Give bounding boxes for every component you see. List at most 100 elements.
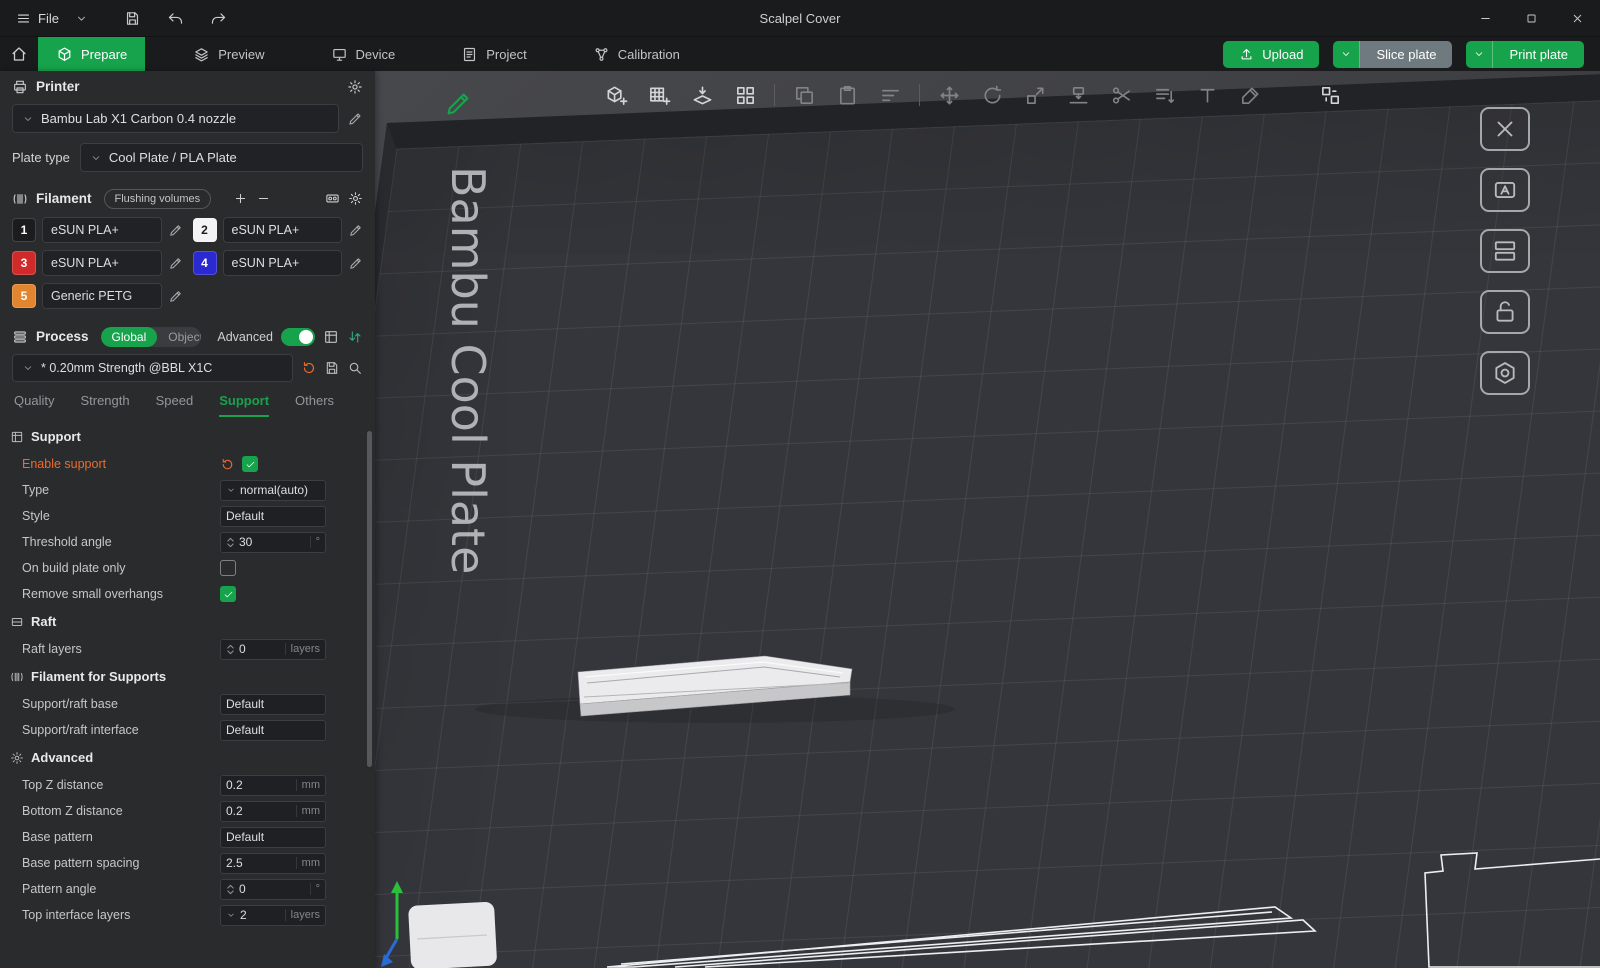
process-tab-strength[interactable]: Strength (80, 393, 129, 417)
printer-settings-button[interactable] (347, 79, 363, 95)
filament-name[interactable]: eSUN PLA+ (222, 250, 342, 276)
compare-presets-button[interactable] (347, 329, 363, 345)
tab-preview[interactable]: Preview (175, 37, 282, 71)
auto-orient-button[interactable] (686, 79, 718, 111)
spin-field[interactable]: 30 ° (220, 531, 326, 553)
parameter-table-button[interactable] (323, 329, 339, 345)
scope-objects-button[interactable]: Objects (157, 327, 201, 347)
scope-global-button[interactable]: Global (100, 326, 158, 347)
add-filament-button[interactable] (233, 191, 248, 206)
delete-plate-button[interactable] (1480, 107, 1530, 151)
remove-filament-button[interactable] (256, 191, 271, 206)
filament-color-chip[interactable]: 3 (12, 251, 36, 275)
select-field[interactable]: normal(auto) (220, 479, 326, 501)
reset-preset-button[interactable] (301, 360, 317, 376)
checkbox[interactable] (242, 456, 258, 472)
checkbox[interactable] (220, 586, 236, 602)
spin-field[interactable]: 0 ° (220, 878, 326, 900)
edit-plate-name-button[interactable] (443, 89, 473, 119)
process-tab-support[interactable]: Support (219, 393, 270, 417)
plate-settings-button[interactable] (1480, 351, 1530, 395)
spinner-icon[interactable] (226, 883, 235, 896)
close-window-button[interactable] (1554, 0, 1600, 36)
paste-button[interactable] (831, 79, 863, 111)
cut-button[interactable] (1105, 79, 1137, 111)
text-button[interactable] (1191, 79, 1223, 111)
input-field[interactable]: Default (220, 505, 326, 527)
reset-value-button[interactable] (220, 457, 235, 472)
tab-calibration[interactable]: Calibration (575, 37, 698, 71)
process-tab-others[interactable]: Others (295, 393, 334, 417)
edit-filament-button[interactable] (168, 223, 183, 238)
ams-sync-button[interactable] (325, 191, 340, 206)
combo-field[interactable]: 2 layers (220, 904, 326, 926)
filament-color-chip[interactable]: 2 (192, 218, 217, 242)
edit-printer-button[interactable] (347, 111, 363, 127)
edit-filament-button[interactable] (168, 289, 183, 304)
filament-settings-button[interactable] (348, 191, 363, 206)
align-button[interactable] (874, 79, 906, 111)
advanced-toggle[interactable] (281, 327, 315, 346)
maximize-button[interactable] (1508, 0, 1554, 36)
lock-plate-button[interactable] (1480, 290, 1530, 334)
input-field[interactable]: 0.2 mm (220, 800, 326, 822)
viewport-3d[interactable]: Bambu Cool Plate (375, 71, 1600, 968)
slice-plate-button[interactable]: Slice plate (1360, 40, 1453, 68)
spinner-icon[interactable] (226, 536, 235, 549)
tab-prepare[interactable]: Prepare (38, 37, 146, 71)
auto-orient-plate-button[interactable] (1480, 168, 1530, 212)
filament-name[interactable]: Generic PETG (42, 283, 162, 309)
file-menu-chevron[interactable] (75, 12, 88, 25)
input-field[interactable]: 2.5 mm (220, 852, 326, 874)
paint-button[interactable] (1234, 79, 1266, 111)
lay-flat-button[interactable] (1062, 79, 1094, 111)
tab-project[interactable]: Project (443, 37, 544, 71)
file-menu-button[interactable]: File (10, 7, 65, 30)
minimize-button[interactable] (1462, 0, 1508, 36)
add-object-button[interactable] (600, 79, 632, 111)
filament-color-chip[interactable]: 5 (12, 284, 36, 308)
print-plate-dropdown[interactable] (1466, 40, 1494, 68)
copy-button[interactable] (788, 79, 820, 111)
printer-preset-select[interactable]: Bambu Lab X1 Carbon 0.4 nozzle (12, 104, 339, 133)
filament-color-chip[interactable]: 1 (12, 218, 36, 242)
undo-button[interactable] (167, 10, 184, 27)
filament-name[interactable]: eSUN PLA+ (222, 217, 342, 243)
search-settings-button[interactable] (347, 360, 363, 376)
process-tab-quality[interactable]: Quality (14, 393, 54, 417)
input-field[interactable]: Default (220, 719, 326, 741)
save-project-button[interactable] (124, 10, 141, 27)
edit-filament-button[interactable] (348, 223, 363, 238)
flushing-volumes-button[interactable]: Flushing volumes (103, 188, 212, 209)
plate-list-button[interactable] (1480, 229, 1530, 273)
settings-scrollbar[interactable] (367, 431, 372, 767)
home-button[interactable] (0, 37, 38, 71)
spin-field[interactable]: 0 layers (220, 638, 326, 660)
rotate-button[interactable] (976, 79, 1008, 111)
slice-plate-dropdown[interactable] (1333, 40, 1361, 68)
model-neighbor-object[interactable] (408, 901, 497, 968)
redo-button[interactable] (210, 10, 227, 27)
move-button[interactable] (933, 79, 965, 111)
scale-button[interactable] (1019, 79, 1051, 111)
edit-filament-button[interactable] (168, 256, 183, 271)
tab-device[interactable]: Device (313, 37, 414, 71)
checkbox[interactable] (220, 560, 236, 576)
input-field[interactable]: Default (220, 693, 326, 715)
spinner-icon[interactable] (226, 643, 235, 656)
process-tab-speed[interactable]: Speed (156, 393, 194, 417)
model-wireframe-outlines[interactable] (606, 852, 1600, 968)
save-preset-button[interactable] (324, 360, 340, 376)
process-preset-select[interactable]: * 0.20mm Strength @BBL X1C (12, 354, 293, 382)
assembly-view-button[interactable] (1314, 79, 1346, 111)
input-field[interactable]: 0.2 mm (220, 774, 326, 796)
arrange-button[interactable] (729, 79, 761, 111)
edit-filament-button[interactable] (348, 256, 363, 271)
filament-name[interactable]: eSUN PLA+ (42, 217, 162, 243)
plate-type-select[interactable]: Cool Plate / PLA Plate (79, 143, 363, 172)
add-plate-button[interactable] (643, 79, 675, 111)
layer-height-button[interactable] (1148, 79, 1180, 111)
filament-color-chip[interactable]: 4 (192, 251, 217, 275)
upload-button[interactable]: Upload (1223, 40, 1320, 68)
print-plate-button[interactable]: Print plate (1493, 40, 1584, 68)
